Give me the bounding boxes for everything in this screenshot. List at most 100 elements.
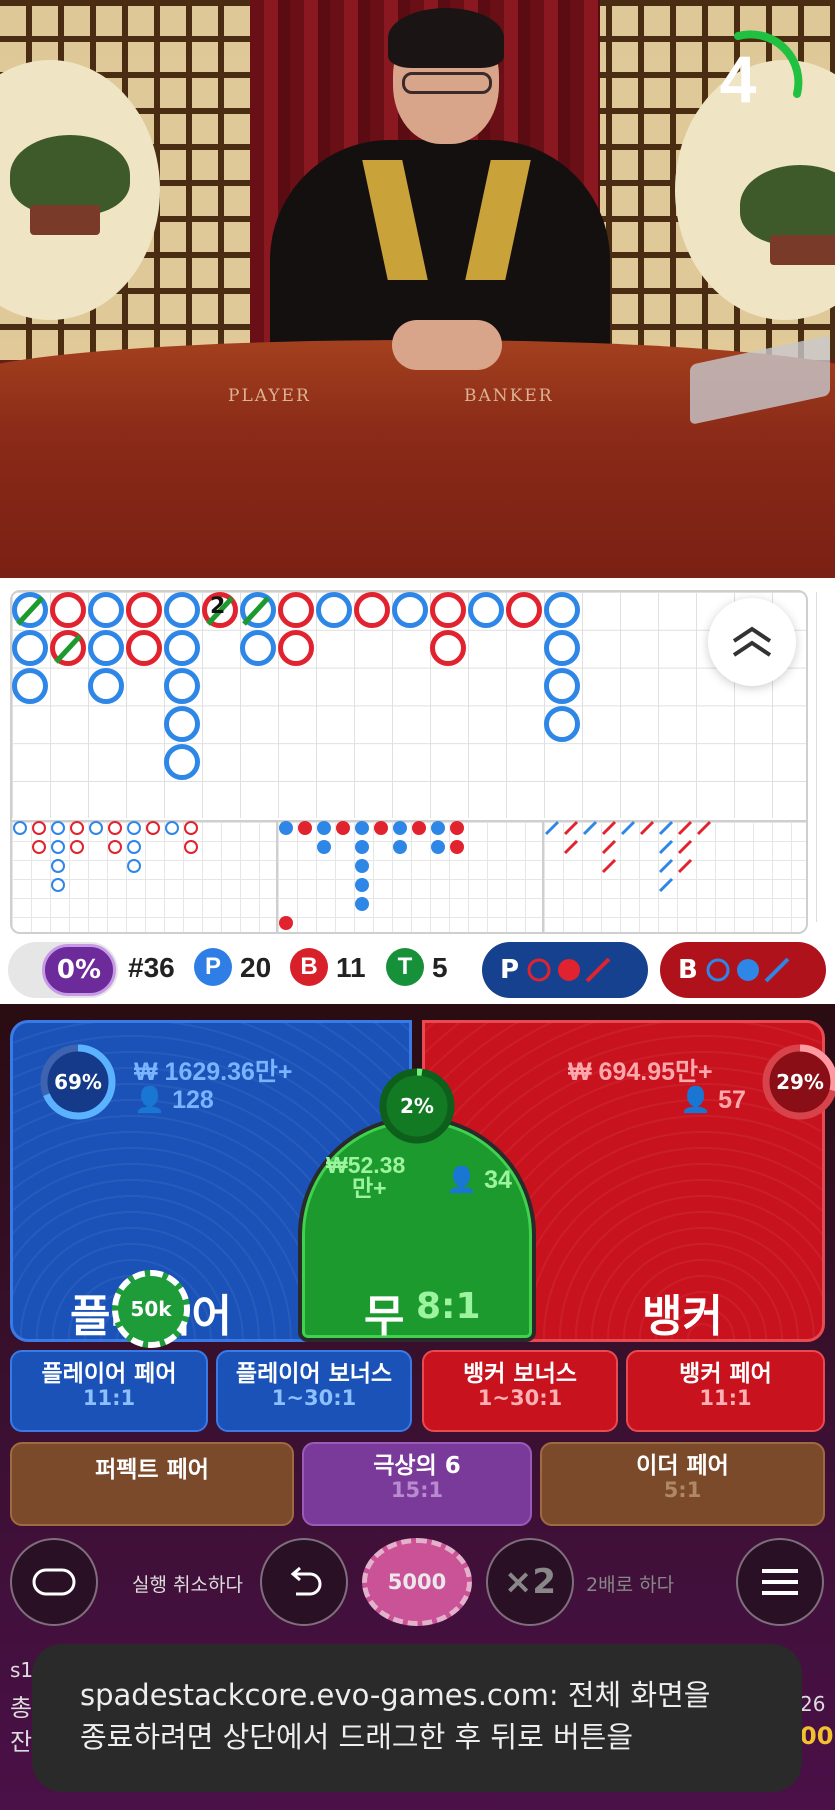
hamburger-menu-icon [762,1569,798,1595]
perfect-pair-bet[interactable]: 퍼펙트 페어 [10,1442,294,1526]
side-bet-label: 플레이어 페어 [41,1361,177,1387]
stats-bar: 0% #36 P 20 B 11 T 5 P B [0,934,835,1004]
banker-percent: 29% [776,1070,824,1094]
side-bet-label: 뱅커 보너스 [463,1361,577,1387]
road-player-ring [544,706,580,742]
side-bet-label: 퍼펙트 페어 [95,1457,209,1483]
road-banker-ring [506,592,542,628]
tie-bettor-number: 34 [484,1166,512,1194]
tie-count: 5 [432,952,448,983]
tie-odds: 8:1 [416,1286,481,1327]
side-bet-odds: 11:1 [699,1386,752,1411]
road-player-ring [316,592,352,628]
banker-total-amount: ₩ 694.95만+ [568,1058,713,1086]
double-button[interactable]: ×2 [486,1538,574,1626]
placed-chip[interactable]: 50k [112,1270,190,1348]
footer-right-line2: 00 [800,1722,834,1750]
player-wins-count: 20 [240,952,272,983]
chat-bubble-icon [32,1568,76,1596]
banker-label: 뱅커 [642,1291,723,1342]
bonsai-left [10,135,130,215]
roadmap-panel[interactable]: 2 [0,578,835,934]
undo-arrow-icon [290,1566,322,1596]
undo-label: 실행 취소하다 [132,1574,243,1596]
player-pair-bet[interactable]: 플레이어 페어 11:1 [10,1350,208,1432]
toast-line-2: 종료하려면 상단에서 드래그한 후 뒤로 버튼을 [80,1720,634,1755]
side-bet-odds: 1~30:1 [477,1386,563,1411]
side-bet-label: 극상의 6 [373,1453,461,1479]
road-player-ring [544,630,580,666]
tie-amount-line2: 만+ [352,1175,387,1201]
predict-banker-icons [706,957,790,983]
person-icon: 👤 [446,1166,478,1194]
fullscreen-exit-toast: spadestackcore.evo-games.com: 전체 화면을 종료하… [32,1644,802,1792]
road-banker-ring [430,630,466,666]
table-label-banker: BANKER [464,386,554,406]
either-pair-bet[interactable]: 이더 페어 5:1 [540,1442,825,1526]
predict-player-label: P [500,955,520,985]
dealer-hands [392,320,502,370]
banker-pair-bet[interactable]: 뱅커 페어 11:1 [626,1350,825,1432]
road-player-ring [88,668,124,704]
road-player-ring [392,592,428,628]
banker-wins-count: 11 [336,952,366,983]
footer-left-line3: 잔 [10,1728,33,1756]
footer-left-line1: s1 [10,1658,34,1682]
road-player-ring [468,592,504,628]
chevron-double-up-icon [732,626,772,657]
player-bettor-number: 128 [172,1086,214,1114]
banker-predict-button[interactable]: B [660,942,826,998]
player-bonus-bet[interactable]: 플레이어 보너스 1~30:1 [216,1350,412,1432]
player-wins-badge: P [194,948,232,986]
player-predict-button[interactable]: P [482,942,648,998]
person-icon: 👤 [680,1086,712,1114]
banker-wins-badge: B [290,948,328,986]
tie-count-badge: T [386,948,424,986]
table-label-player: PLAYER [228,386,311,406]
person-icon: 👤 [134,1086,166,1114]
banker-bettor-count: 👤 57 [680,1086,746,1115]
side-bet-odds: 11:1 [82,1386,136,1411]
road-player-ring [544,668,580,704]
collapse-roadmap-button[interactable] [708,598,796,686]
selected-chip[interactable]: 5000 [362,1538,472,1626]
road-player-ring [164,668,200,704]
toast-line-1: spadestackcore.evo-games.com: 전체 화면을 [80,1678,711,1712]
side-bet-odds: 5:1 [663,1478,702,1503]
road-banker-ring [430,592,466,628]
tie-amount-line1: ₩52.38 [326,1152,406,1178]
tie-slash-icon [16,596,270,664]
round-number: #36 [128,952,175,983]
road-tie-count: 2 [210,594,226,619]
road-player-ring [12,668,48,704]
player-bettor-count: 👤 128 [134,1086,214,1115]
tie-percent: 2% [400,1094,434,1118]
live-video-feed: PLAYER BANKER 4 [0,0,835,578]
super-six-bet[interactable]: 극상의 6 15:1 [302,1442,532,1526]
double-label: 2배로 하다 [586,1574,675,1596]
undo-button[interactable] [260,1538,348,1626]
footer-right-line1: 26 [800,1692,826,1716]
countdown-timer: 4 [719,42,757,116]
footer-left-line2: 총 [10,1694,33,1722]
predict-player-icons [527,957,611,983]
predict-banker-label: B [678,955,698,985]
menu-button[interactable] [736,1538,824,1626]
tie-bettor-count: 👤 34 [446,1166,512,1195]
banker-bettor-number: 57 [718,1086,746,1114]
chat-button[interactable] [10,1538,98,1626]
player-total-amount: ₩ 1629.36만+ [134,1058,293,1086]
percent-toggle-knob[interactable]: 0% [42,944,116,996]
banker-bonus-bet[interactable]: 뱅커 보너스 1~30:1 [422,1350,618,1432]
pot-left [30,205,100,235]
tie-label: 무 [364,1291,405,1342]
side-bet-label: 플레이어 보너스 [235,1361,393,1387]
side-bet-label: 이더 페어 [636,1453,729,1479]
road-player-ring [164,744,200,780]
road-player-ring [544,592,580,628]
roadmap-side-strip [816,592,835,922]
derived-road-marks [13,820,712,930]
pot-right [770,235,835,265]
side-bet-label: 뱅커 페어 [679,1361,772,1387]
side-bet-odds: 15:1 [390,1478,444,1503]
